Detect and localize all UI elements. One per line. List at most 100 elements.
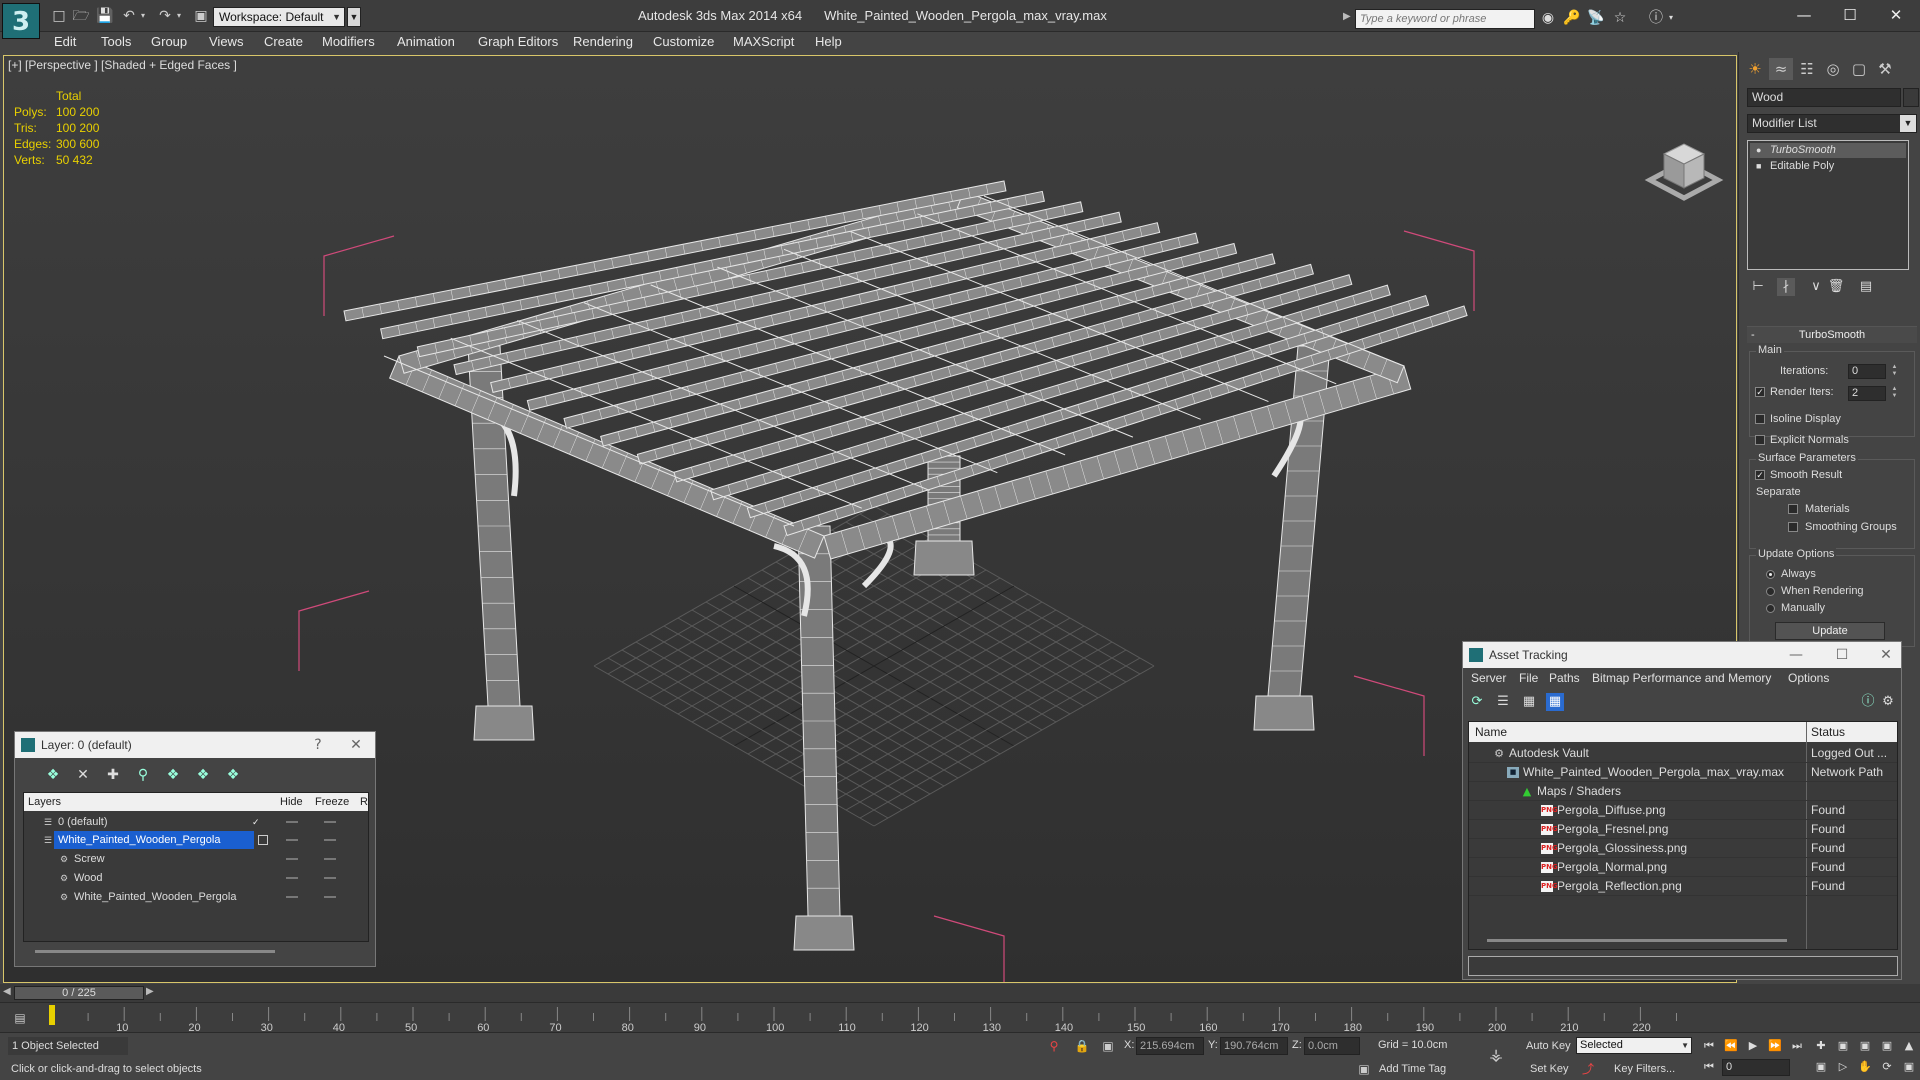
maximize-viewport-icon[interactable]: ▣: [1900, 1059, 1918, 1075]
track-bar[interactable]: 10 20 30 40 50 60 70 80 90 100 110 120 130 140 150 160 1…: [0, 1002, 1920, 1033]
communication-center-icon[interactable]: 📡: [1586, 9, 1606, 27]
close-button[interactable]: ✕: [1874, 2, 1918, 28]
quick-access-customize-button[interactable]: ▼: [347, 7, 361, 27]
freeze-toggle[interactable]: [324, 896, 336, 898]
menu-tools[interactable]: Tools: [101, 34, 131, 49]
asset-menu-file[interactable]: File: [1519, 671, 1538, 685]
set-key-button[interactable]: Set Key: [1530, 1063, 1569, 1075]
menu-animation[interactable]: Animation: [397, 34, 455, 49]
asset-window-titlebar[interactable]: Asset Tracking — ☐ ✕: [1463, 642, 1901, 668]
asset-row[interactable]: PNG Pergola_Fresnel.png Found: [1469, 820, 1897, 839]
layer-row[interactable]: ☰ 0 (default) ✓: [24, 813, 368, 831]
explicit-normals-checkbox[interactable]: [1755, 435, 1765, 445]
asset-menu-bitmap-performance[interactable]: Bitmap Performance and Memory: [1592, 671, 1771, 685]
layer-window-titlebar[interactable]: Layer: 0 (default) ? ✕: [15, 732, 375, 758]
modifier-list-dropdown[interactable]: Modifier List ▼: [1747, 114, 1917, 133]
select-objects-icon[interactable]: ⚲: [133, 766, 153, 784]
asset-row[interactable]: ■ White_Painted_Wooden_Pergola_max_vray.…: [1469, 763, 1897, 782]
render-iters-checkbox[interactable]: ✓: [1755, 387, 1765, 397]
help-dropdown-icon[interactable]: ▾: [1666, 9, 1676, 27]
table-view-icon[interactable]: ▦: [1546, 693, 1564, 711]
set-current-layer-icon[interactable]: [258, 835, 268, 845]
hide-toggle[interactable]: [286, 839, 298, 841]
iterations-spinner[interactable]: 0: [1848, 364, 1886, 379]
previous-frame-arrow-icon[interactable]: ◀: [3, 986, 11, 997]
menu-graph-editors[interactable]: Graph Editors: [478, 34, 558, 49]
manually-radio[interactable]: [1766, 604, 1775, 613]
auto-key-button[interactable]: Auto Key: [1526, 1040, 1571, 1052]
orbit-icon[interactable]: ▷: [1834, 1059, 1852, 1075]
update-button[interactable]: Update: [1775, 622, 1885, 640]
zoom-all-icon[interactable]: ▣: [1834, 1038, 1852, 1054]
help-icon[interactable]: ⓘ: [1859, 693, 1877, 711]
freeze-toggle[interactable]: [324, 858, 336, 860]
motion-tab-icon[interactable]: ◎: [1821, 58, 1845, 80]
when-rendering-radio[interactable]: [1766, 587, 1775, 596]
freeze-all-icon[interactable]: ❖: [223, 766, 243, 784]
favorites-star-icon[interactable]: ☆: [1610, 9, 1630, 27]
play-icon[interactable]: ▶: [1744, 1038, 1762, 1054]
search-input[interactable]: Type a keyword or phrase: [1355, 9, 1535, 29]
previous-key-icon[interactable]: ⏪: [1722, 1038, 1740, 1054]
menu-modifiers[interactable]: Modifiers: [322, 34, 375, 49]
asset-menu-options[interactable]: Options: [1788, 671, 1829, 685]
turbosmooth-rollout-header[interactable]: - TurboSmooth: [1747, 326, 1917, 343]
asset-row[interactable]: PNG Pergola_Reflection.png Found: [1469, 877, 1897, 896]
menu-maxscript[interactable]: MAXScript: [733, 34, 794, 49]
new-file-icon[interactable]: □: [50, 8, 68, 24]
spinner-arrows-icon[interactable]: ▲ ▼: [1890, 386, 1899, 401]
subscription-icon[interactable]: 🔑: [1562, 9, 1582, 27]
curve-editor-icon[interactable]: ▤: [12, 1010, 28, 1026]
freeze-toggle[interactable]: [324, 877, 336, 879]
app-menu-button[interactable]: 3: [2, 3, 40, 39]
current-layer-check-icon[interactable]: ✓: [252, 817, 262, 827]
layer-row[interactable]: ⚙ Wood: [24, 869, 368, 887]
menu-help[interactable]: Help: [815, 34, 842, 49]
col-layers[interactable]: Layers: [28, 793, 61, 811]
col-name[interactable]: Name: [1475, 722, 1507, 742]
go-to-end-icon[interactable]: ⏭: [1788, 1038, 1806, 1054]
viewport-label-menu[interactable]: [+] [Perspective ] [Shaded + Edged Faces…: [8, 58, 237, 72]
key-mode-icon[interactable]: ⏮: [1700, 1059, 1718, 1075]
redo-icon[interactable]: ↷: [156, 8, 174, 24]
freeze-toggle[interactable]: [324, 839, 336, 841]
undo-dropdown-icon[interactable]: ▾: [138, 8, 148, 24]
asset-row[interactable]: PNG Pergola_Diffuse.png Found: [1469, 801, 1897, 820]
isolate-selection-icon[interactable]: ⚲: [1046, 1038, 1062, 1054]
asset-row[interactable]: PNG Pergola_Glossiness.png Found: [1469, 839, 1897, 858]
hierarchy-tab-icon[interactable]: ☷: [1795, 58, 1819, 80]
close-icon[interactable]: ✕: [1873, 642, 1899, 668]
stack-item-turbosmooth[interactable]: ● TurboSmooth: [1750, 143, 1906, 158]
show-end-result-icon[interactable]: ∤: [1777, 278, 1795, 296]
menu-group[interactable]: Group: [151, 34, 187, 49]
time-tag-icon[interactable]: ▣: [1356, 1061, 1372, 1077]
minimize-icon[interactable]: —: [1783, 642, 1809, 668]
create-layer-icon[interactable]: ❖: [43, 766, 63, 784]
remove-modifier-icon[interactable]: 🗑: [1827, 278, 1845, 296]
pin-stack-icon[interactable]: ⊢: [1749, 278, 1767, 296]
menu-create[interactable]: Create: [264, 34, 303, 49]
z-coordinate-field[interactable]: 0.0cm: [1304, 1037, 1360, 1055]
current-frame-field[interactable]: 0: [1722, 1059, 1790, 1076]
materials-checkbox[interactable]: [1788, 504, 1798, 514]
field-of-view-icon[interactable]: ▲: [1900, 1038, 1918, 1054]
key-set-dropdown[interactable]: Selected ▼: [1576, 1037, 1692, 1054]
add-time-tag-button[interactable]: Add Time Tag: [1379, 1063, 1446, 1075]
spinner-arrows-icon[interactable]: ▲ ▼: [1890, 364, 1899, 379]
hide-toggle[interactable]: [286, 877, 298, 879]
create-tab-icon[interactable]: ☀: [1743, 58, 1767, 80]
layer-row[interactable]: ⚙ Screw: [24, 850, 368, 868]
detail-view-icon[interactable]: ▦: [1520, 693, 1538, 711]
always-radio[interactable]: [1766, 570, 1775, 579]
time-slider-thumb[interactable]: 0 / 225: [14, 986, 144, 1000]
menu-customize[interactable]: Customize: [653, 34, 714, 49]
help-icon[interactable]: ⓘ: [1646, 9, 1666, 27]
col-freeze[interactable]: Freeze: [315, 793, 349, 811]
next-key-icon[interactable]: ⏩: [1766, 1038, 1784, 1054]
settings-icon[interactable]: ⚙: [1879, 693, 1897, 711]
highlight-layer-icon[interactable]: ❖: [163, 766, 183, 784]
selection-lock-icon[interactable]: 🔒: [1074, 1038, 1090, 1054]
binoculars-icon[interactable]: ◉: [1538, 9, 1558, 27]
freeze-toggle[interactable]: [324, 821, 336, 823]
list-view-icon[interactable]: ☰: [1494, 693, 1512, 711]
